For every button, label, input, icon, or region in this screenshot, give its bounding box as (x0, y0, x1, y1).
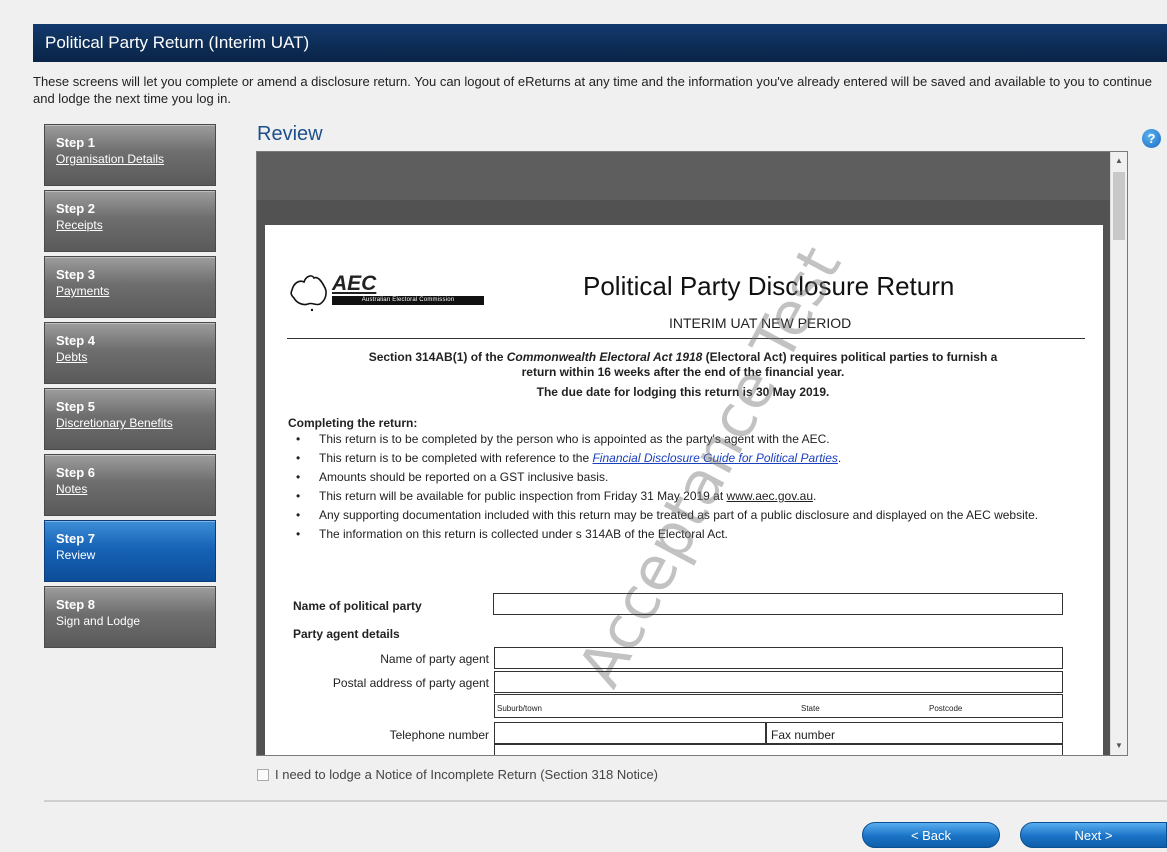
step-3-payments[interactable]: Step 3 Payments (44, 256, 216, 318)
incomplete-return-checkbox-row[interactable]: I need to lodge a Notice of Incomplete R… (257, 767, 658, 782)
step-2-receipts[interactable]: Step 2 Receipts (44, 190, 216, 252)
steps-nav: Step 1 Organisation Details Step 2 Recei… (44, 124, 216, 652)
viewer-toolbar-area (257, 152, 1112, 200)
aec-logo: AEC Australian Electoral Commission (288, 270, 498, 315)
email-row[interactable] (494, 744, 1063, 755)
step-6-notes[interactable]: Step 6 Notes (44, 454, 216, 516)
incomplete-return-checkbox[interactable] (257, 769, 269, 781)
document-viewer[interactable]: ▲ ▼ AEC Australian Electoral Commission … (256, 151, 1128, 756)
step-7-review[interactable]: Step 7 Review (44, 520, 216, 582)
logo-wordmark: AEC (332, 272, 377, 295)
viewer-scrollbar[interactable]: ▲ ▼ (1110, 152, 1127, 755)
telephone-field[interactable] (494, 722, 766, 744)
step-number: Step 4 (56, 333, 96, 348)
step-1-organisation-details[interactable]: Step 1 Organisation Details (44, 124, 216, 186)
intro-text: These screens will let you complete or a… (33, 74, 1152, 106)
title-rule (287, 338, 1085, 339)
section-notice-line2: return within 16 weeks after the end of … (521, 365, 845, 379)
step-link[interactable]: Discretionary Benefits (56, 416, 215, 430)
step-link[interactable]: Organisation Details (56, 152, 215, 166)
scroll-down-icon[interactable]: ▼ (1115, 741, 1123, 750)
step-number: Step 2 (56, 201, 96, 216)
step-link[interactable]: Notes (56, 482, 215, 496)
step-link[interactable]: Payments (56, 284, 215, 298)
logo-subtitle: Australian Electoral Commission (332, 296, 484, 305)
step-label: Sign and Lodge (56, 614, 141, 628)
step-number: Step 5 (56, 399, 96, 414)
agent-name-label: Name of party agent (380, 652, 489, 666)
step-number: Step 1 (56, 135, 96, 150)
postal-address-label: Postal address of party agent (332, 676, 489, 690)
window-title: Political Party Return (Interim UAT) (33, 24, 1167, 62)
step-number: Step 6 (56, 465, 96, 480)
australia-map-icon (290, 275, 327, 312)
scroll-thumb[interactable] (1113, 172, 1125, 240)
next-button[interactable]: Next > (1020, 822, 1167, 848)
party-name-label: Name of political party (293, 599, 422, 613)
step-link[interactable]: Receipts (56, 218, 215, 232)
step-number: Step 7 (56, 531, 96, 546)
footer-divider (44, 800, 1167, 802)
party-name-field[interactable] (493, 593, 1063, 615)
due-date-notice: The due date for lodging this return is … (536, 385, 830, 399)
help-icon[interactable]: ? (1142, 129, 1161, 148)
fax-label: Fax number (771, 728, 836, 742)
review-heading: Review (257, 123, 323, 145)
state-label: State (801, 704, 820, 713)
suburb-label: Suburb/town (497, 704, 542, 713)
step-link[interactable]: Debts (56, 350, 215, 364)
step-5-discretionary-benefits[interactable]: Step 5 Discretionary Benefits (44, 388, 216, 450)
telephone-label: Telephone number (389, 728, 489, 742)
step-8-sign-and-lodge[interactable]: Step 8 Sign and Lodge (44, 586, 216, 648)
back-button[interactable]: < Back (862, 822, 1000, 848)
section-notice: Section 314AB(1) of the Commonwealth Ele… (368, 350, 998, 364)
suburb-state-postcode-row[interactable] (494, 694, 1063, 718)
agent-name-field[interactable] (494, 647, 1063, 669)
step-4-debts[interactable]: Step 4 Debts (44, 322, 216, 384)
document-page: AEC Australian Electoral Commission Poli… (265, 225, 1103, 755)
aec-website-link[interactable]: www.aec.gov.au (727, 489, 814, 503)
completing-heading: Completing the return: (288, 416, 418, 430)
postcode-label: Postcode (929, 704, 963, 713)
step-label: Review (56, 548, 96, 562)
postal-address-field[interactable] (494, 671, 1063, 693)
step-number: Step 8 (56, 597, 96, 612)
step-number: Step 3 (56, 267, 96, 282)
agent-details-heading: Party agent details (293, 627, 400, 641)
incomplete-return-label: I need to lodge a Notice of Incomplete R… (275, 767, 658, 782)
scroll-up-icon[interactable]: ▲ (1115, 156, 1123, 165)
